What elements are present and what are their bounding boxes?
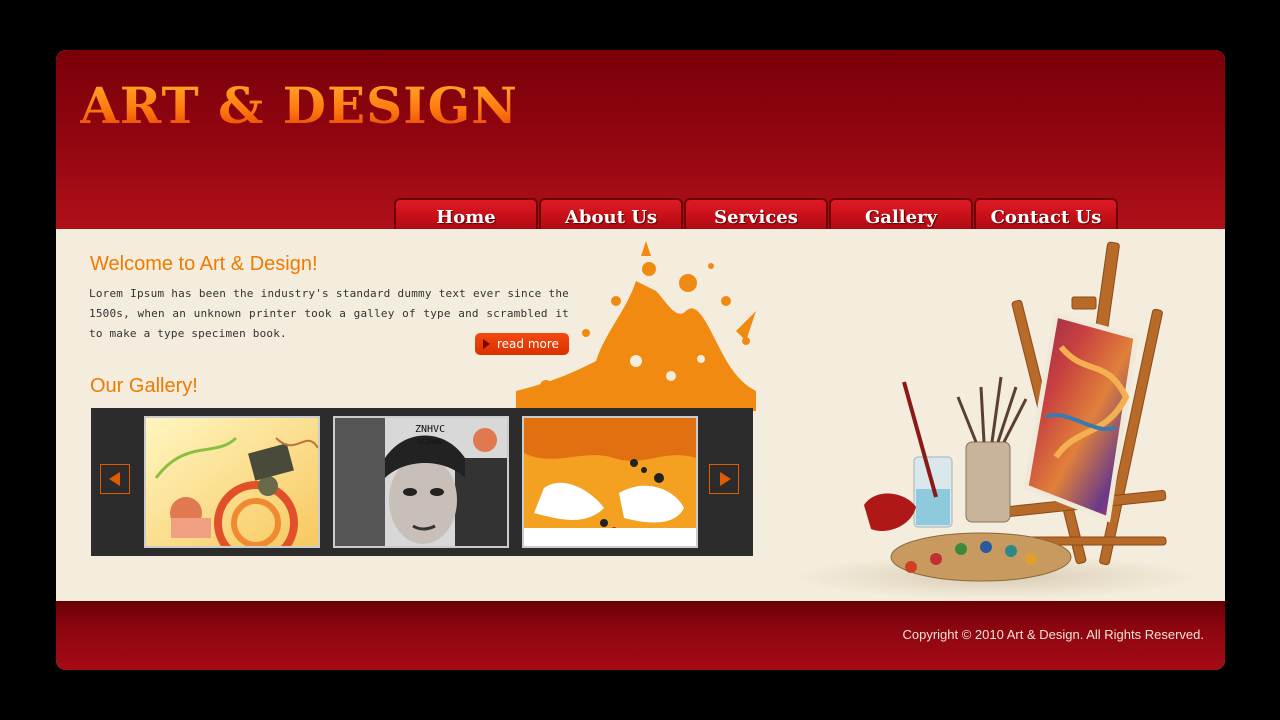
arrow-left-icon [109,472,120,486]
gallery-next-button[interactable] [709,464,739,494]
play-arrow-icon [483,339,490,349]
read-more-label: read more [497,337,559,351]
gallery-title: Our Gallery! [90,375,198,397]
copyright-text: Copyright © 2010 Art & Design. All Right… [902,627,1204,642]
svg-text:SCZHVD: SCZHVD [417,438,442,446]
easel-painting-illustration [796,241,1196,599]
site-logo[interactable]: ART & DESIGN [80,76,518,136]
gallery-thumbnail-abstract-collage[interactable] [144,416,320,548]
gallery-thumbnail-face-eye-chart[interactable]: ZNHVC SCZHVD [333,416,509,548]
main-content: Welcome to Art & Design! Lorem Ipsum has… [56,229,1225,601]
svg-text:ZNHVC: ZNHVC [415,424,445,435]
welcome-title: Welcome to Art & Design! [90,253,318,275]
gallery-thumbnail-orange-paint-splash[interactable] [522,416,698,548]
footer: Copyright © 2010 Art & Design. All Right… [56,601,1225,670]
read-more-button[interactable]: read more [475,333,569,355]
gallery-carousel: ZNHVC SCZHVD [91,408,753,556]
gallery-prev-button[interactable] [100,464,130,494]
site-container: ART & DESIGN Home About Us Services Gall… [56,50,1225,670]
arrow-right-icon [720,472,731,486]
header: ART & DESIGN Home About Us Services Gall… [56,50,1225,236]
